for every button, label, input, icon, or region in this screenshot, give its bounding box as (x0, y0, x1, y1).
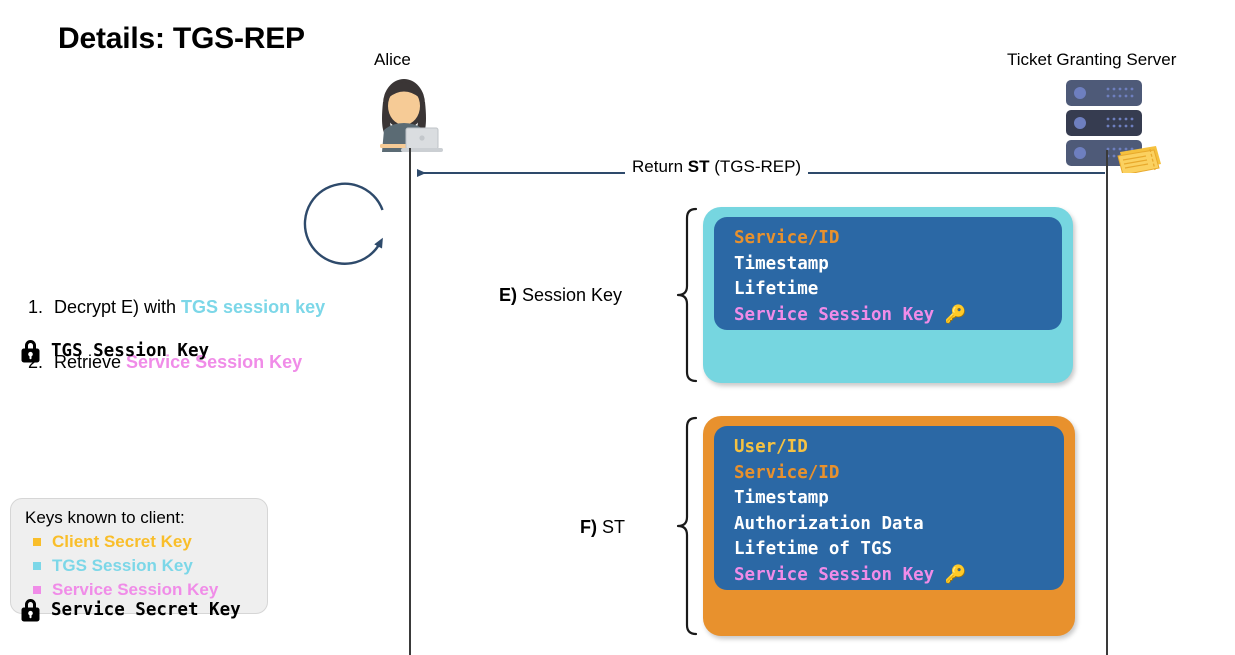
bullet-square-icon (33, 538, 41, 547)
person-with-laptop-avatar (380, 79, 443, 152)
ticket-line: Service Session Key 🔑 (734, 304, 967, 325)
ticket-line: Service Session Key 🔑 (734, 564, 967, 585)
message-label-prefix: Return (632, 157, 688, 176)
ticket-e-encryption-footer: TGS Session Key (20, 338, 209, 363)
legend-title: Keys known to client: (25, 508, 185, 527)
ticket-f-name: ST (597, 517, 626, 537)
client-actor-label: Alice (374, 50, 411, 69)
step-highlight: TGS session key (181, 297, 326, 317)
ticket-line: User/ID (734, 437, 808, 457)
circular-arrow-icon (303, 182, 384, 265)
legend-item-label: TGS Session Key (52, 556, 193, 576)
client-lifeline (409, 148, 411, 655)
ticket-f-encryption-key-label: Service Secret Key (51, 599, 241, 620)
server-actor-label: Ticket Granting Server (1007, 50, 1177, 69)
bullet-square-icon (33, 586, 41, 595)
lock-icon (21, 599, 40, 622)
message-label-bold: ST (687, 157, 710, 176)
ticket-e-letter: E) (499, 285, 517, 305)
page-title: Details: TGS-REP (58, 22, 305, 55)
ticket-f-encryption-footer: Service Secret Key (20, 597, 241, 622)
server-stack-with-ticket-icon (1066, 80, 1161, 173)
key-icon: 🔑 (944, 564, 967, 585)
ticket-line: Service/ID (734, 228, 840, 248)
slide-canvas: Details: TGS-REP Alice Ticket Granting S… (0, 0, 1235, 655)
ticket-line: Timestamp (734, 488, 829, 508)
step-text: Decrypt E) with (54, 297, 182, 317)
step-number: 1. (28, 297, 44, 317)
legend-item: TGS Session Key (25, 554, 253, 578)
ticket-f-brace (676, 416, 698, 636)
ticket-e-name: Session Key (517, 285, 623, 305)
ticket-e-label: E) Session Key (499, 285, 622, 306)
key-icon: 🔑 (944, 304, 967, 325)
ticket-line: Lifetime (734, 279, 819, 299)
ticket-f-label: F) ST (580, 517, 625, 538)
legend-item: Client Secret Key (25, 530, 253, 554)
ticket-e-brace (676, 207, 698, 383)
ticket-line: Service/ID (734, 462, 840, 483)
legend-item-label: Client Secret Key (52, 532, 192, 551)
ticket-f-payload: User/ID Service/ID Timestamp Authorizati… (714, 426, 1064, 590)
ticket-line: Authorization Data (734, 513, 924, 534)
ticket-f-letter: F) (580, 517, 597, 537)
ticket-line: Lifetime of TGS (734, 539, 893, 559)
lock-icon (21, 340, 40, 363)
bullet-square-icon (33, 562, 41, 571)
message-label: Return ST (TGS-REP) (625, 157, 809, 177)
ticket-e-payload: Service/ID Timestamp Lifetime Service Se… (714, 217, 1062, 330)
ticket-line: Timestamp (734, 253, 829, 274)
step-item-1: 1. Decrypt E) with TGS session key (28, 297, 325, 318)
ticket-e-encryption-key-label: TGS Session Key (51, 340, 210, 361)
server-lifeline (1106, 150, 1108, 655)
message-label-suffix: (TGS-REP) (709, 157, 802, 176)
